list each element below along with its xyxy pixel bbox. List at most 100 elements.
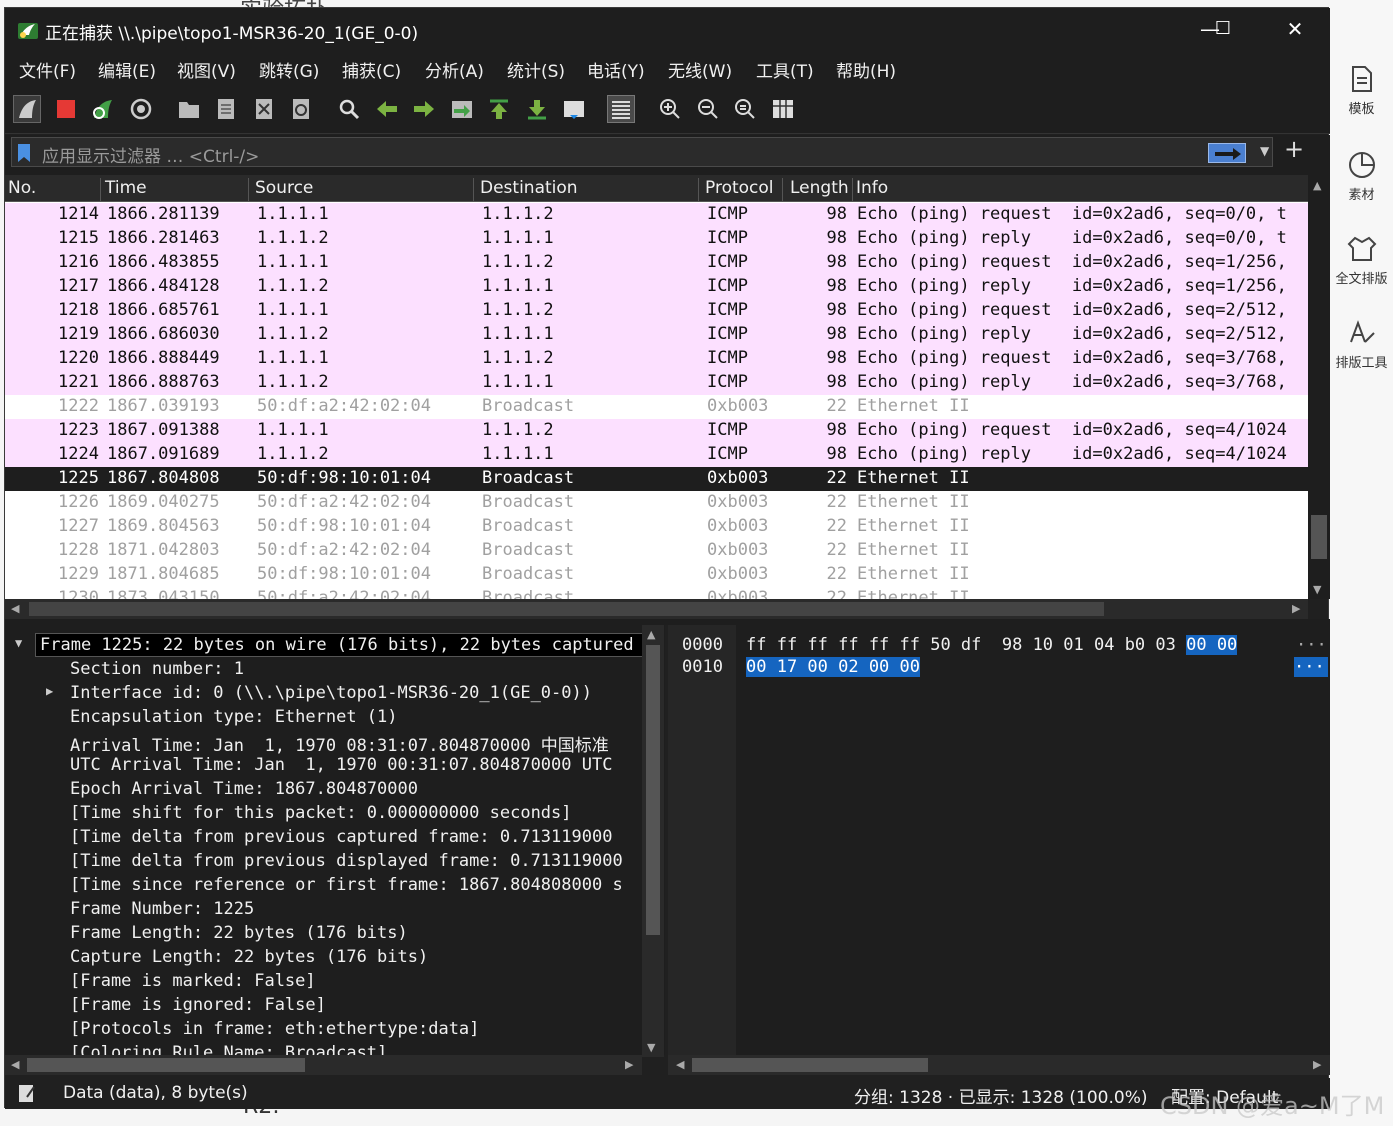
packet-row[interactable]: 1216 1866.483855 1.1.1.1 1.1.1.2 ICMP 98 Echo … [5, 251, 1308, 275]
packet-row[interactable]: 1226 1869.040275 50:df:a2:42:02:04 Broadcas… [5, 491, 1308, 515]
packet-row[interactable]: 1217 1866.484128 1.1.1.2 1.1.1.1 ICMP 98 Echo … [5, 275, 1308, 299]
close-button[interactable]: ✕ [1280, 16, 1310, 42]
column-destination[interactable]: Destination [477, 178, 699, 202]
bookmark-icon[interactable] [18, 144, 30, 162]
scroll-up-icon[interactable]: ▲ [1313, 179, 1321, 192]
layout-tool[interactable]: 排版工具 [1330, 318, 1393, 371]
column-source[interactable]: Source [252, 178, 474, 202]
hex-line-0[interactable]: ff ff ff ff ff ff 50 df 98 10 01 04 b0 0… [746, 635, 1238, 655]
packet-row[interactable]: 1220 1866.888449 1.1.1.1 1.1.1.2 ICMP 98 Echo … [5, 347, 1308, 371]
menu-view[interactable]: 视图(V) [177, 57, 236, 82]
detail-line[interactable]: Interface id: 0 (\\.\pipe\topo1-MSR36-20… [70, 683, 592, 703]
stop-capture-icon[interactable] [52, 95, 80, 123]
menu-capture[interactable]: 捕获(C) [342, 57, 401, 82]
packet-row[interactable]: 1224 1867.091689 1.1.1.2 1.1.1.1 ICMP 98 Echo … [5, 443, 1308, 467]
details-scroll-thumb[interactable] [646, 645, 660, 935]
detail-line[interactable]: Encapsulation type: Ethernet (1) [70, 707, 398, 727]
go-to-packet-icon[interactable] [448, 95, 476, 123]
packet-row[interactable]: 1228 1871.042803 50:df:a2:42:02:04 Broadcas… [5, 539, 1308, 563]
material-tool[interactable]: 素材 [1330, 150, 1393, 203]
scroll-down-icon[interactable]: ▼ [647, 1041, 655, 1054]
detail-line[interactable]: Frame Length: 22 bytes (176 bits) [70, 923, 408, 943]
maximize-button[interactable]: ☐ [1208, 16, 1238, 42]
detail-line[interactable]: [Frame is marked: False] [70, 971, 316, 991]
expand-right-icon[interactable]: ▶ [46, 684, 53, 698]
scroll-thumb[interactable] [1311, 515, 1327, 559]
detail-line[interactable]: UTC Arrival Time: Jan 1, 1970 00:31:07.8… [70, 755, 612, 775]
column-length[interactable]: Length [787, 178, 853, 202]
column-protocol[interactable]: Protocol [702, 178, 783, 202]
save-file-icon[interactable] [212, 95, 240, 123]
reload-file-icon[interactable] [287, 95, 315, 123]
detail-line[interactable]: Frame Number: 1225 [70, 899, 254, 919]
find-packet-icon[interactable] [335, 95, 363, 123]
menu-help[interactable]: 帮助(H) [836, 57, 896, 82]
column-info[interactable]: Info [853, 178, 1308, 202]
detail-line[interactable]: [Time since reference or first frame: 18… [70, 875, 623, 895]
detail-line[interactable]: [Coloring Rule Name: Broadcast] [70, 1043, 387, 1055]
detail-line[interactable]: [Time shift for this packet: 0.000000000… [70, 803, 572, 823]
ascii-line-1[interactable]: ··· [1294, 657, 1328, 677]
packet-row[interactable]: 1218 1866.685761 1.1.1.1 1.1.1.2 ICMP 98 Echo … [5, 299, 1308, 323]
packet-row[interactable]: 1222 1867.039193 50:df:a2:42:02:04 Broadcas… [5, 395, 1308, 419]
start-capture-icon[interactable] [13, 95, 41, 123]
packet-row[interactable]: 1223 1867.091388 1.1.1.1 1.1.1.2 ICMP 98 Echo … [5, 419, 1308, 443]
packet-list-scrollbar[interactable]: ▲ ▼ [1308, 175, 1330, 599]
menu-go[interactable]: 跳转(G) [259, 57, 319, 82]
hex-line-1[interactable]: 00 17 00 02 00 00 [746, 657, 920, 677]
first-packet-icon[interactable] [485, 95, 513, 123]
colorize-icon[interactable] [607, 95, 635, 123]
detail-line[interactable]: Capture Length: 22 bytes (176 bits) [70, 947, 428, 967]
packet-list-hscrollbar[interactable]: ◀ ▶ [5, 599, 1308, 619]
add-filter-button[interactable]: + [1284, 135, 1304, 163]
packet-row[interactable]: 1215 1866.281463 1.1.1.2 1.1.1.1 ICMP 98 Echo … [5, 227, 1308, 251]
zoom-out-icon[interactable] [694, 95, 722, 123]
expand-down-icon[interactable]: ▼ [15, 636, 22, 650]
menu-analyze[interactable]: 分析(A) [425, 57, 484, 82]
close-file-icon[interactable] [250, 95, 278, 123]
scroll-left-icon[interactable]: ◀ [11, 1058, 19, 1071]
display-filter-input[interactable]: 应用显示过滤器 … <Ctrl-/> ▼ [11, 137, 1273, 167]
menu-statistics[interactable]: 统计(S) [507, 57, 565, 82]
template-tool[interactable]: 模板 [1330, 64, 1393, 117]
zoom-normal-icon[interactable] [731, 95, 759, 123]
hscroll-thumb[interactable] [27, 1058, 305, 1072]
scroll-right-icon[interactable]: ▶ [625, 1058, 633, 1071]
detail-line[interactable]: [Frame is ignored: False] [70, 995, 326, 1015]
menu-tools[interactable]: 工具(T) [756, 57, 814, 82]
packet-row[interactable]: 1225 1867.804808 50:df:98:10:01:04 Broadcas… [5, 467, 1308, 491]
expert-info-icon[interactable] [17, 1083, 37, 1103]
column-no[interactable]: No. [5, 178, 101, 202]
go-back-icon[interactable] [373, 95, 401, 123]
menu-file[interactable]: 文件(F) [19, 57, 76, 82]
column-time[interactable]: Time [102, 178, 249, 202]
scroll-right-icon[interactable]: ▶ [1313, 1058, 1321, 1071]
menu-wireless[interactable]: 无线(W) [668, 57, 732, 82]
packet-row[interactable]: 1221 1866.888763 1.1.1.2 1.1.1.1 ICMP 98 Echo … [5, 371, 1308, 395]
restart-capture-icon[interactable] [89, 95, 117, 123]
go-forward-icon[interactable] [410, 95, 438, 123]
open-file-icon[interactable] [175, 95, 203, 123]
detail-line[interactable]: Epoch Arrival Time: 1867.804870000 [70, 779, 418, 799]
apply-filter-button[interactable] [1208, 143, 1246, 163]
hscroll-thumb[interactable] [692, 1058, 928, 1072]
scroll-up-icon[interactable]: ▲ [647, 628, 655, 641]
autoscroll-icon[interactable] [560, 95, 588, 123]
detail-line[interactable]: Arrival Time: Jan 1, 1970 08:31:07.80487… [70, 731, 609, 756]
chevron-down-icon[interactable]: ▼ [1260, 144, 1269, 158]
details-hscrollbar[interactable]: ◀ ▶ [5, 1055, 642, 1075]
resize-columns-icon[interactable] [769, 95, 797, 123]
last-packet-icon[interactable] [523, 95, 551, 123]
scroll-left-icon[interactable]: ◀ [11, 602, 19, 615]
detail-line[interactable]: Section number: 1 [70, 659, 244, 679]
zoom-in-icon[interactable] [656, 95, 684, 123]
packet-row[interactable]: 1214 1866.281139 1.1.1.1 1.1.1.2 ICMP 98 Echo … [5, 203, 1308, 227]
menu-edit[interactable]: 编辑(E) [98, 57, 156, 82]
details-scrollbar[interactable]: ▲ ▼ [642, 625, 664, 1057]
hscroll-thumb[interactable] [29, 602, 1104, 616]
detail-line[interactable]: [Protocols in frame: eth:ethertype:data] [70, 1019, 479, 1039]
scroll-left-icon[interactable]: ◀ [676, 1058, 684, 1071]
layout-all-tool[interactable]: 全文排版 [1330, 234, 1393, 287]
detail-line[interactable]: [Time delta from previous captured frame… [70, 827, 612, 847]
scroll-right-icon[interactable]: ▶ [1292, 602, 1300, 615]
